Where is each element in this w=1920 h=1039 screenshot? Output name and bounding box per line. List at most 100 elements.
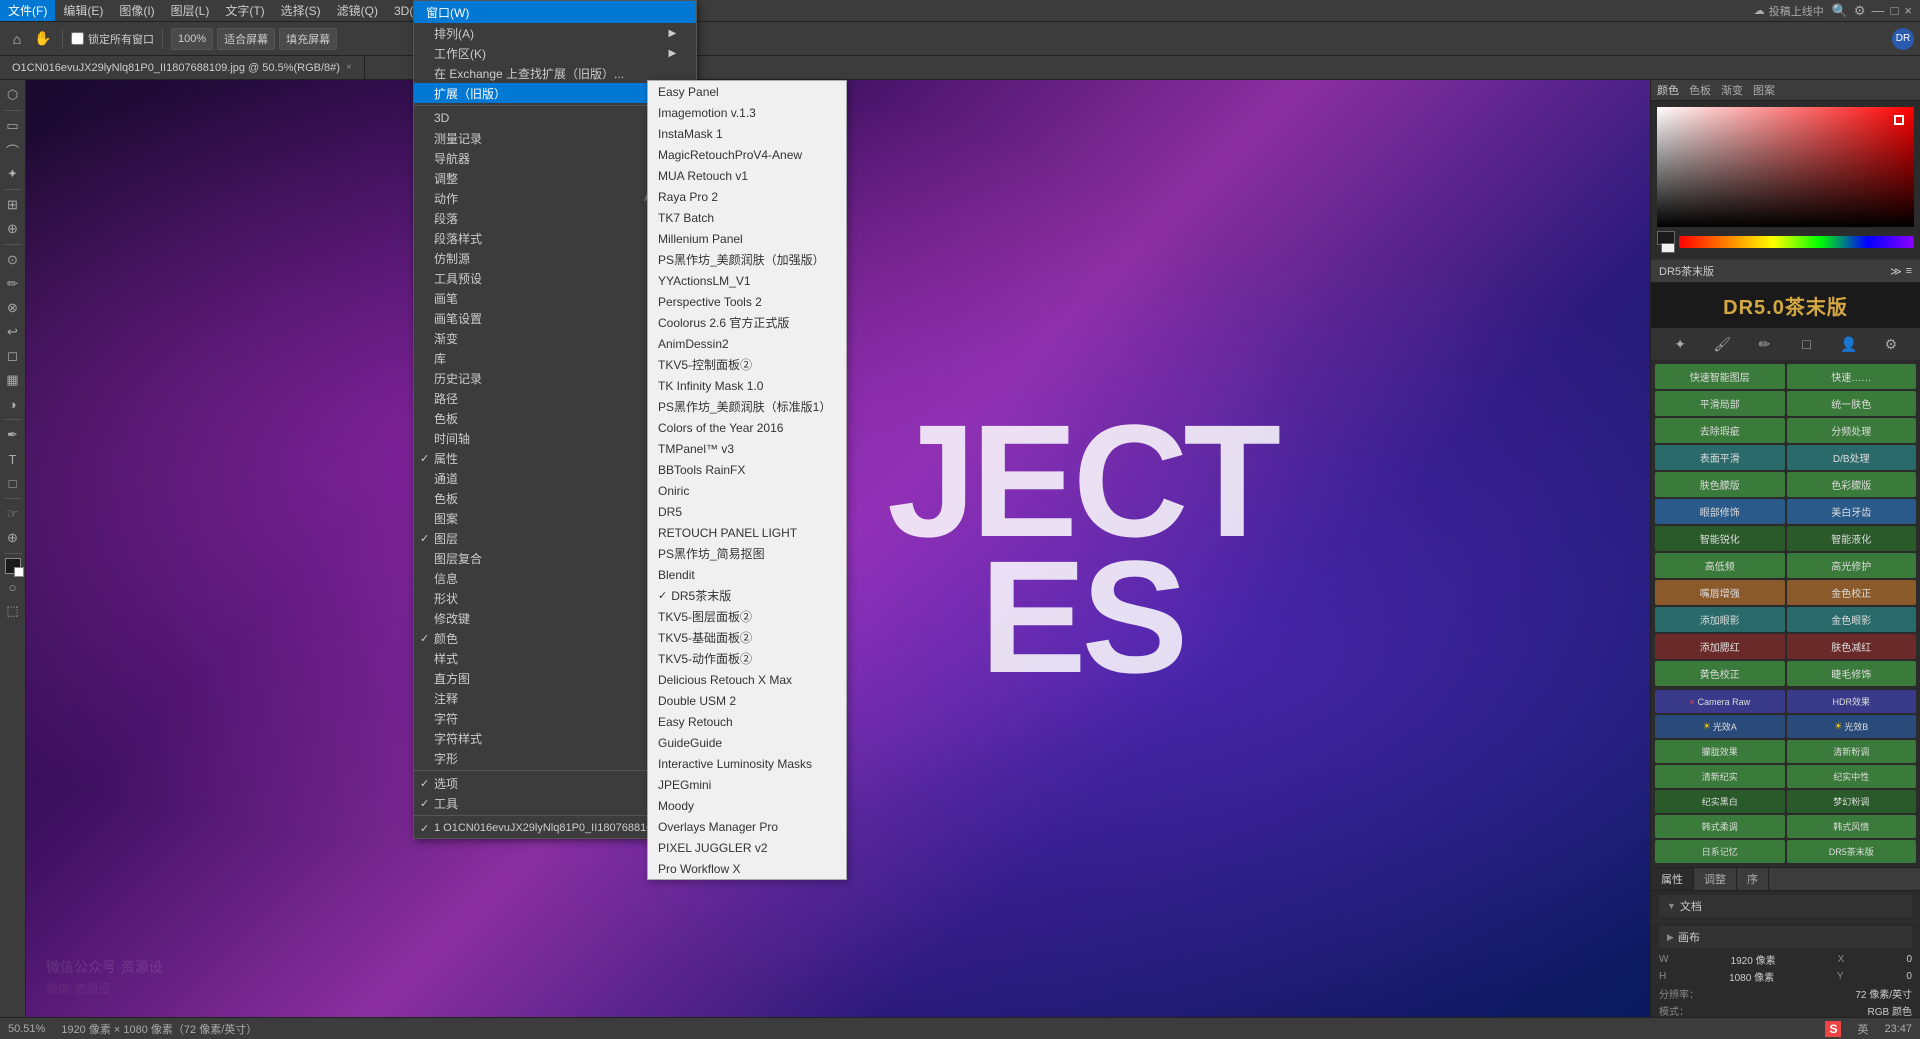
dr5-skin-mask[interactable]: 肤色朦版 (1655, 472, 1785, 497)
dr5-smart-liquify[interactable]: 智能液化 (1787, 526, 1917, 551)
hand-tool2[interactable]: ☞ (2, 503, 24, 525)
color-gradient-box[interactable] (1657, 107, 1914, 227)
pattern-tab2[interactable]: 图案 (1753, 82, 1775, 98)
dr5-teeth-whiten[interactable]: 美白牙齿 (1787, 499, 1917, 524)
menu-arrange[interactable]: 排列(A) ▶ (414, 23, 696, 43)
menu-select[interactable]: 选择(S) (273, 0, 329, 21)
ext-tk7-batch[interactable]: TK7 Batch (648, 207, 846, 228)
ext-millenium[interactable]: Millenium Panel (648, 228, 846, 249)
dr5-camera-raw[interactable]: × Camera Raw (1655, 690, 1785, 713)
tab-properties[interactable]: 属性 (1651, 868, 1694, 890)
ext-overlays-manager[interactable]: Overlays Manager Pro (648, 816, 846, 837)
dr5-remove-blemish[interactable]: 去除瑕疵 (1655, 418, 1785, 443)
menu-image[interactable]: 图像(I) (111, 0, 162, 21)
ext-yyactions[interactable]: YYActionsLM_V1 (648, 270, 846, 291)
settings-icon[interactable]: ⚙ (1854, 3, 1866, 19)
ext-blendit[interactable]: Blendit (648, 564, 846, 585)
dr5-fresh-pink[interactable]: 清新粉调 (1787, 740, 1917, 763)
minimize-icon[interactable]: — (1872, 3, 1885, 19)
ext-dr5[interactable]: DR5 (648, 501, 846, 522)
dr5-tool-icon-4[interactable]: □ (1795, 332, 1819, 356)
w-value[interactable]: 1920 像素 (1731, 952, 1776, 967)
y-value[interactable]: 0 (1906, 971, 1912, 982)
history-brush-tool[interactable]: ↩ (2, 321, 24, 343)
ext-animdessin[interactable]: AnimDessin2 (648, 333, 846, 354)
ext-guideguide[interactable]: GuideGuide (648, 732, 846, 753)
dr5-menu-icon[interactable]: ≡ (1906, 265, 1912, 278)
ext-tkv5-action[interactable]: TKV5-动作面板② (648, 648, 846, 669)
menu-layer[interactable]: 图层(L) (163, 0, 218, 21)
ext-instamask[interactable]: InstaMask 1 (648, 123, 846, 144)
gradient-tool[interactable]: ▦ (2, 369, 24, 391)
shape-tool[interactable]: □ (2, 472, 24, 494)
user-avatar[interactable]: DR (1892, 28, 1914, 50)
dr5-eye-retouch[interactable]: 眼部修饰 (1655, 499, 1785, 524)
menu-type[interactable]: 文字(T) (217, 0, 272, 21)
ext-ps-blackwork-std[interactable]: PS黑作坊_美颜润肤（标准版1） (648, 396, 846, 417)
background-swatch[interactable] (1661, 243, 1675, 253)
ext-pixel-juggler[interactable]: PIXEL JUGGLER v2 (648, 837, 846, 858)
menu-edit[interactable]: 编辑(E) (55, 0, 111, 21)
dr5-smooth-local[interactable]: 平滑局部 (1655, 391, 1785, 416)
ext-oniric[interactable]: Oniric (648, 480, 846, 501)
dr5-gold-eyeshadow[interactable]: 金色眼影 (1787, 607, 1917, 632)
search-icon[interactable]: 🔍 (1832, 3, 1848, 19)
ext-easy-retouch[interactable]: Easy Retouch (648, 711, 846, 732)
dr5-korean-style[interactable]: 韩式风情 (1787, 815, 1917, 838)
dr5-real-bw[interactable]: 纪实黑白 (1655, 790, 1785, 813)
hand-tool[interactable]: ✋ (32, 28, 54, 50)
magic-wand-tool[interactable]: ✦ (2, 163, 24, 185)
move-tool[interactable]: ⬡ (2, 84, 24, 106)
canvas-section-header[interactable]: ▶ 画布 (1659, 926, 1912, 948)
hue-slider[interactable] (1679, 236, 1914, 248)
ext-double-usm[interactable]: Double USM 2 (648, 690, 846, 711)
ext-colors-2016[interactable]: Colors of the Year 2016 (648, 417, 846, 438)
ext-tkv5-layer[interactable]: TKV5-图层面板② (648, 606, 846, 627)
x-value[interactable]: 0 (1906, 954, 1912, 965)
selection-tool[interactable]: ▭ (2, 115, 24, 137)
dr5-smart-sharpen[interactable]: 智能锐化 (1655, 526, 1785, 551)
eyedropper-tool[interactable]: ⊕ (2, 218, 24, 240)
dr5-tool-icon-1[interactable]: ✦ (1668, 332, 1692, 356)
quick-mask-tool[interactable]: ○ (2, 576, 24, 598)
dr5-real-neutral[interactable]: 纪实中性 (1787, 765, 1917, 788)
eraser-tool[interactable]: ◻ (2, 345, 24, 367)
ext-pro-workflow[interactable]: Pro Workflow X (648, 858, 846, 879)
maximize-icon[interactable]: □ (1891, 3, 1899, 19)
dr5-freq-sep[interactable]: 分频处理 (1787, 418, 1917, 443)
dr5-skin-reduce-red[interactable]: 肤色减红 (1787, 634, 1917, 659)
dr5-lash-retouch[interactable]: 睫毛修饰 (1787, 661, 1917, 686)
background-color[interactable] (14, 567, 24, 577)
dr5-add-blush[interactable]: 添加腮红 (1655, 634, 1785, 659)
pen-tool[interactable]: ✒ (2, 424, 24, 446)
dr5-lip-enhance[interactable]: 嘴唇增强 (1655, 580, 1785, 605)
dr5-unify-skin[interactable]: 统一肤色 (1787, 391, 1917, 416)
dr5-light-effect-a[interactable]: ☀ 光效A (1655, 715, 1785, 738)
dr5-quick-smart-layer[interactable]: 快速智能图层 (1655, 364, 1785, 389)
dr5-add-eyeshadow[interactable]: 添加眼影 (1655, 607, 1785, 632)
home-button[interactable]: ⌂ (6, 28, 28, 50)
menu-file[interactable]: 文件(F) (0, 0, 55, 21)
dr5-tea-version[interactable]: DR5茶末版 (1787, 840, 1917, 863)
h-value[interactable]: 1080 像素 (1729, 969, 1774, 984)
dr5-highlight-heal[interactable]: 高光修护 (1787, 553, 1917, 578)
dr5-quick-btn[interactable]: 快速…… (1787, 364, 1917, 389)
dodge-tool[interactable]: ◑ (2, 393, 24, 415)
dr5-surface-smooth[interactable]: 表面平滑 (1655, 445, 1785, 470)
menu-workspace[interactable]: 工作区(K) ▶ (414, 43, 696, 63)
dr5-expand-icon[interactable]: ≫ (1890, 265, 1902, 278)
ext-pskiss[interactable]: PSKiss PixelGear (648, 879, 846, 880)
fill-screen-btn[interactable]: 填充屏幕 (279, 28, 337, 50)
spot-heal-tool[interactable]: ⊙ (2, 249, 24, 271)
dr5-korean-soft[interactable]: 韩式柔调 (1655, 815, 1785, 838)
dr5-haze-effect[interactable]: 朦胧效果 (1655, 740, 1785, 763)
foreground-color[interactable] (5, 558, 21, 574)
ext-tmpanel[interactable]: TMPanel™ v3 (648, 438, 846, 459)
ext-tkv5-control[interactable]: TKV5-控制面板② (648, 354, 846, 375)
ext-mua-retouch[interactable]: MUA Retouch v1 (648, 165, 846, 186)
tab-sequence[interactable]: 序 (1737, 868, 1769, 890)
dr5-gold-correct[interactable]: 金色校正 (1787, 580, 1917, 605)
dr5-fresh-real[interactable]: 清新纪实 (1655, 765, 1785, 788)
stamp-tool[interactable]: ⊗ (2, 297, 24, 319)
doc-section-header[interactable]: ▼ 文档 (1659, 895, 1912, 917)
